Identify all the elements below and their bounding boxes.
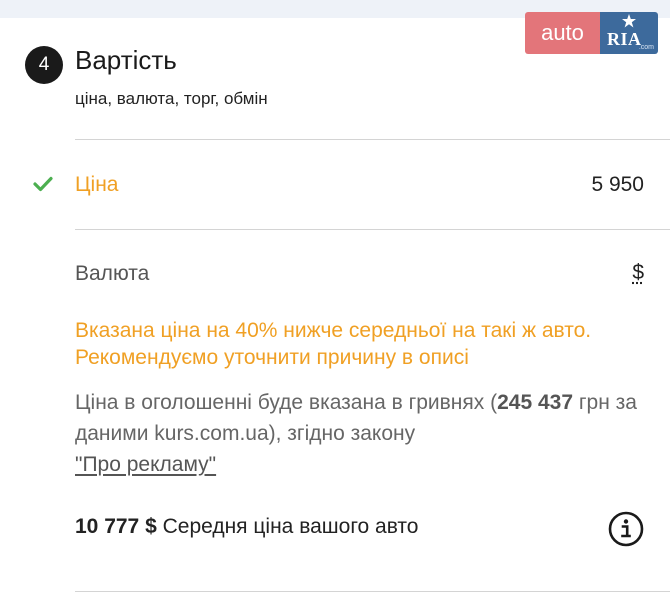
price-value[interactable]: 5 950	[591, 173, 644, 197]
logo-ria-block: RIA .com	[600, 12, 658, 54]
price-warning-text: Вказана ціна на 40% нижче середньої на т…	[75, 319, 592, 369]
info-icon[interactable]	[607, 510, 645, 553]
currency-selector[interactable]: $	[632, 261, 644, 285]
divider	[75, 229, 670, 230]
step-subtitle: ціна, валюта, торг, обмін	[75, 89, 268, 108]
average-price-value: 10 777 $	[75, 515, 157, 538]
advertising-law-link[interactable]: "Про рекламу"	[75, 453, 216, 476]
logo-auto-text: auto	[525, 12, 600, 54]
check-icon	[33, 176, 53, 197]
divider	[75, 139, 670, 140]
conversion-info: Ціна в оголошенні буде вказана в гривнях…	[75, 387, 645, 480]
conversion-prefix: Ціна в оголошенні буде вказана в гривнях…	[75, 391, 498, 414]
conversion-amount: 245 437	[497, 391, 574, 414]
price-label[interactable]: Ціна	[75, 173, 118, 197]
currency-label: Валюта	[75, 262, 150, 285]
step-number-badge: 4	[25, 46, 63, 84]
star-icon	[622, 14, 636, 28]
average-price-label: Середня ціна вашого авто	[162, 515, 419, 538]
autoria-logo[interactable]: auto RIA .com	[525, 12, 658, 54]
average-price-row: 10 777 $ Середня ціна вашого авто	[75, 515, 418, 539]
divider	[75, 591, 670, 592]
logo-ria-domain: .com	[638, 44, 654, 51]
logo-ria-text: RIA	[607, 29, 642, 49]
step-title: Вартість	[75, 45, 177, 75]
